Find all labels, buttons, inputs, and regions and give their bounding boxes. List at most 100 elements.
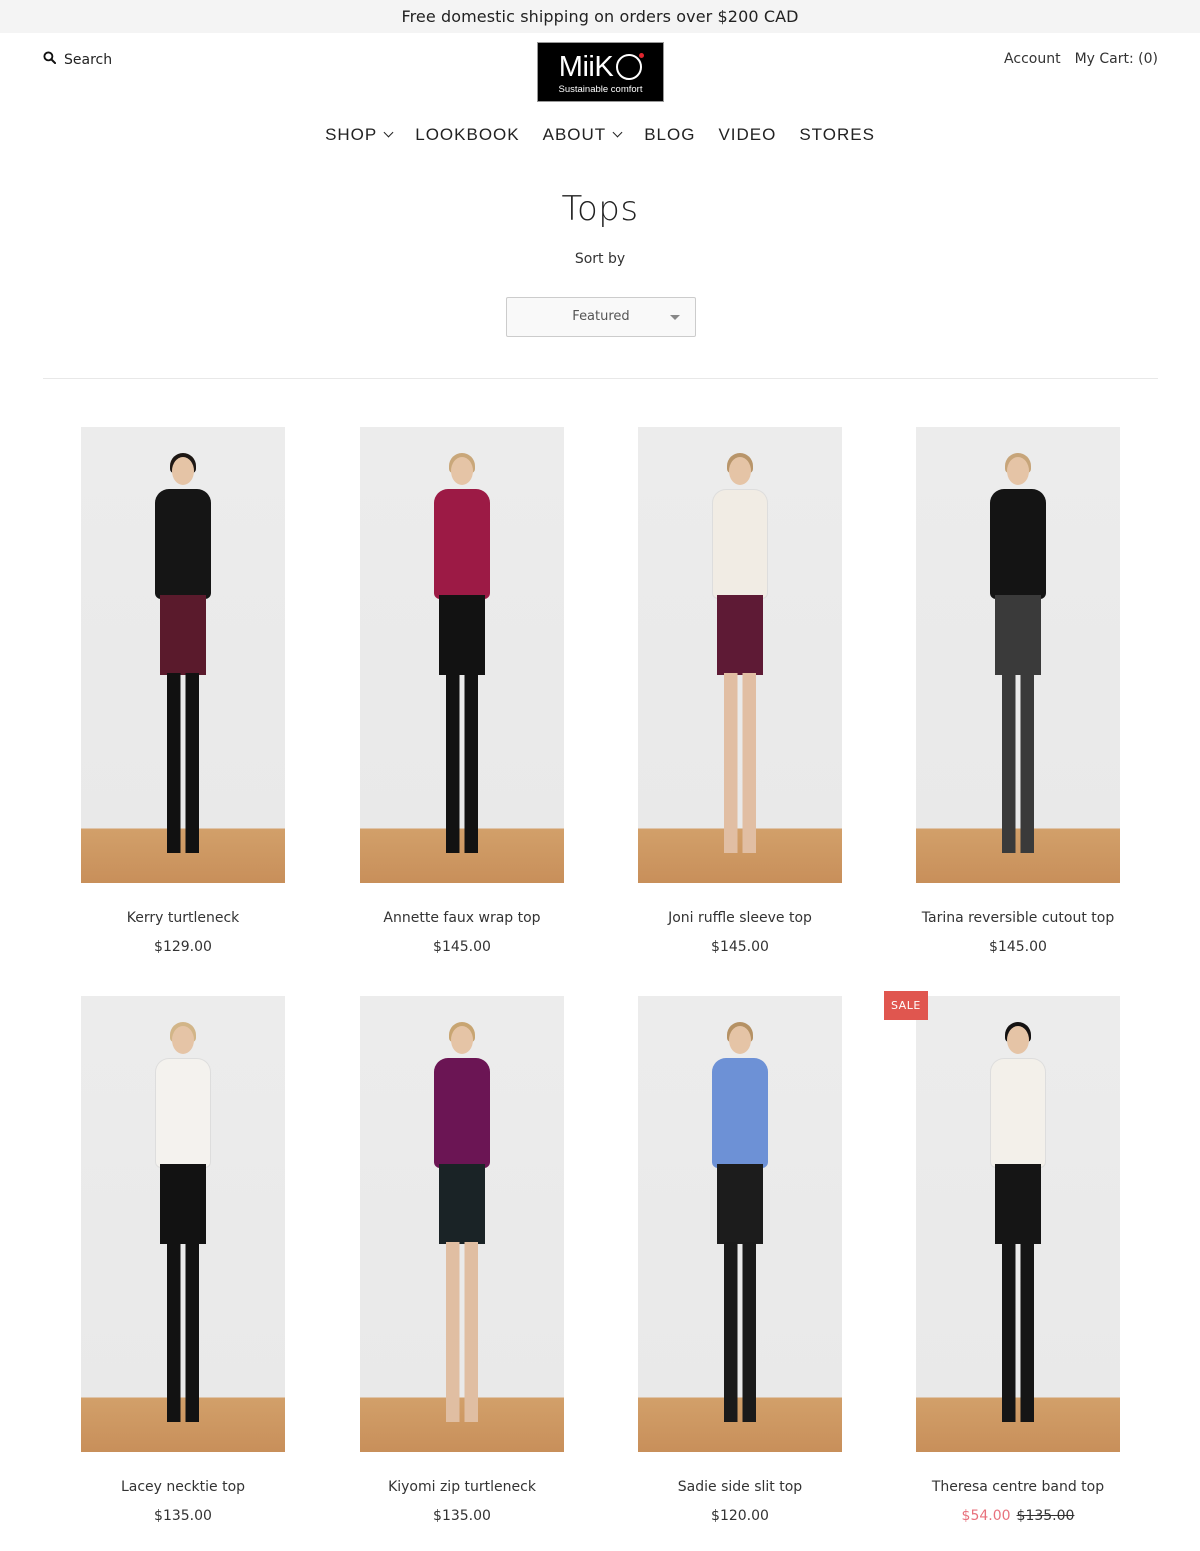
cart-link[interactable]: My Cart: (0) <box>1075 51 1158 67</box>
garment-bottom <box>995 595 1041 675</box>
product-card[interactable]: Tarina reversible cutout top $145.00 <box>916 427 1120 955</box>
garment-top <box>434 1058 490 1168</box>
product-name[interactable]: Joni ruffle sleeve top <box>638 910 842 926</box>
model-legs <box>724 673 756 853</box>
page-title: Tops <box>561 189 639 229</box>
model-legs <box>446 1242 478 1422</box>
garment-top <box>712 1058 768 1168</box>
product-card[interactable]: SALE Theresa centre band top $54.00 $135.00 <box>884 991 1120 1524</box>
garment-top <box>155 1058 211 1168</box>
product-name[interactable]: Annette faux wrap top <box>360 910 564 926</box>
garment-bottom <box>717 1164 763 1244</box>
product-price: $145.00 <box>989 939 1047 955</box>
product-card[interactable]: Annette faux wrap top $145.00 <box>360 427 564 955</box>
product-card[interactable]: Kerry turtleneck $129.00 <box>81 427 285 955</box>
model-head <box>1007 457 1029 485</box>
nav-about[interactable]: ABOUT <box>542 125 623 145</box>
garment-top <box>155 489 211 599</box>
garment-bottom <box>995 1164 1041 1244</box>
product-image[interactable] <box>916 427 1120 883</box>
product-price: $129.00 <box>154 939 212 955</box>
model-legs <box>724 1242 756 1422</box>
product-image[interactable] <box>638 996 842 1452</box>
model-legs <box>446 673 478 853</box>
site-logo[interactable]: MiiK Sustainable comfort <box>537 42 664 102</box>
caret-down-icon <box>670 315 680 320</box>
garment-bottom <box>717 595 763 675</box>
sort-select[interactable]: Featured <box>506 297 696 337</box>
account-links: Account My Cart: (0) <box>1004 51 1158 67</box>
main-nav: SHOP LOOKBOOK ABOUT BLOG VIDEO STORES <box>0 115 1200 155</box>
nav-lookbook[interactable]: LOOKBOOK <box>415 125 519 145</box>
nav-blog[interactable]: BLOG <box>644 125 695 145</box>
product-name[interactable]: Sadie side slit top <box>638 1479 842 1495</box>
model-figure <box>690 427 790 883</box>
model-legs <box>1002 673 1034 853</box>
sale-badge: SALE <box>884 991 928 1020</box>
model-figure <box>412 427 512 883</box>
nav-blog-label: BLOG <box>644 125 696 144</box>
nav-video[interactable]: VIDEO <box>718 125 776 145</box>
sale-price: $54.00 <box>961 1508 1011 1524</box>
nav-lookbook-label: LOOKBOOK <box>415 125 520 144</box>
garment-bottom <box>160 1164 206 1244</box>
product-image[interactable] <box>360 427 564 883</box>
product-card[interactable]: Lacey necktie top $135.00 <box>81 996 285 1524</box>
model-head <box>451 1026 473 1054</box>
product-price: $135.00 <box>154 1508 212 1524</box>
nav-shop-label: SHOP <box>325 125 378 144</box>
sort-selected-value: Featured <box>572 309 630 324</box>
product-price: $145.00 <box>711 939 769 955</box>
nav-shop[interactable]: SHOP <box>325 125 394 145</box>
product-image[interactable] <box>81 427 285 883</box>
compare-at-price: $135.00 <box>1016 1508 1075 1524</box>
search-icon <box>43 51 57 68</box>
model-head <box>729 1026 751 1054</box>
model-head <box>451 457 473 485</box>
logo-brand: MiiK <box>538 51 663 83</box>
garment-bottom <box>160 595 206 675</box>
account-link[interactable]: Account <box>1004 51 1061 67</box>
sort-label: Sort by <box>574 251 626 267</box>
garment-top <box>712 489 768 599</box>
product-name[interactable]: Theresa centre band top <box>916 1479 1120 1495</box>
model-figure <box>133 427 233 883</box>
divider <box>43 378 1158 379</box>
product-card[interactable]: Kiyomi zip turtleneck $135.00 <box>360 996 564 1524</box>
product-image[interactable] <box>638 427 842 883</box>
product-price: $135.00 <box>433 1508 491 1524</box>
model-head <box>172 1026 194 1054</box>
product-card[interactable]: Sadie side slit top $120.00 <box>638 996 842 1524</box>
product-image[interactable] <box>916 996 1120 1452</box>
search-button[interactable]: Search <box>43 51 112 68</box>
product-name[interactable]: Lacey necktie top <box>81 1479 285 1495</box>
search-label: Search <box>64 51 113 68</box>
nav-about-label: ABOUT <box>542 125 607 144</box>
garment-bottom <box>439 595 485 675</box>
product-name[interactable]: Kerry turtleneck <box>81 910 285 926</box>
product-price: $54.00 $135.00 <box>916 1508 1120 1524</box>
garment-top <box>990 489 1046 599</box>
logo-wordmark: MiiK <box>558 51 614 83</box>
garment-top <box>434 489 490 599</box>
logo-swirl-icon <box>616 53 645 80</box>
model-figure <box>968 996 1068 1452</box>
product-name[interactable]: Kiyomi zip turtleneck <box>360 1479 564 1495</box>
model-head <box>1007 1026 1029 1054</box>
product-image[interactable] <box>81 996 285 1452</box>
model-figure <box>968 427 1068 883</box>
garment-top <box>990 1058 1046 1168</box>
model-legs <box>167 673 199 853</box>
model-figure <box>412 996 512 1452</box>
garment-bottom <box>439 1164 485 1244</box>
model-legs <box>1002 1242 1034 1422</box>
nav-video-label: VIDEO <box>718 125 777 144</box>
chevron-down-icon <box>383 127 394 138</box>
product-price: $145.00 <box>433 939 491 955</box>
logo-tagline: Sustainable comfort <box>558 84 643 95</box>
nav-stores[interactable]: STORES <box>799 125 875 145</box>
product-card[interactable]: Joni ruffle sleeve top $145.00 <box>638 427 842 955</box>
product-image[interactable] <box>360 996 564 1452</box>
announcement-bar: Free domestic shipping on orders over $2… <box>0 0 1200 33</box>
product-name[interactable]: Tarina reversible cutout top <box>916 910 1120 926</box>
